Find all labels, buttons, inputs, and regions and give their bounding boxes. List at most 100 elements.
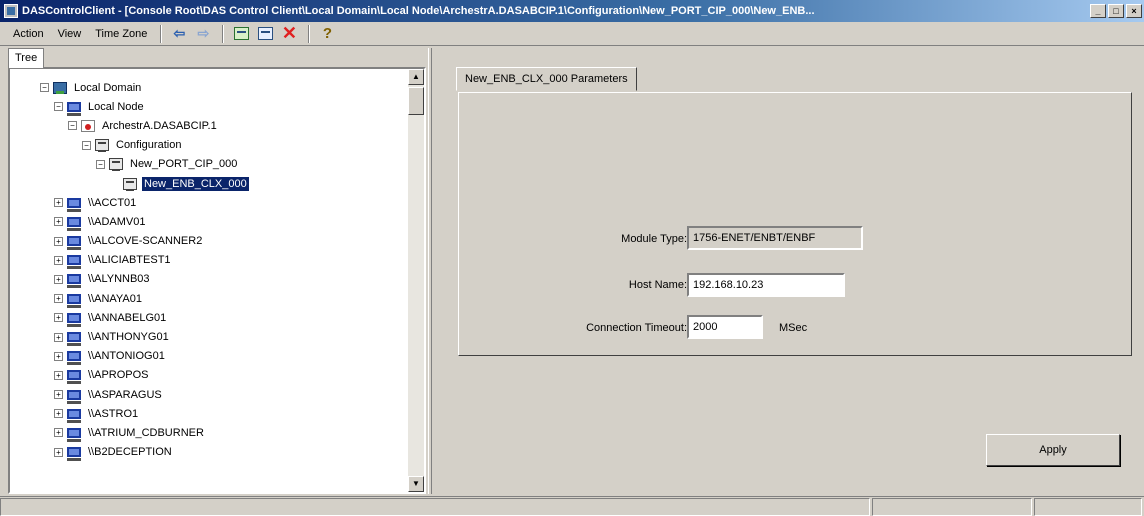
tree-view[interactable]: − Local Domain − Local Node − ArchestrA.DASAB… <box>8 67 426 494</box>
computer-icon <box>67 370 81 385</box>
expand-icon[interactable]: + <box>54 198 63 208</box>
collapse-icon[interactable]: − <box>68 121 77 131</box>
expand-icon[interactable]: + <box>54 390 63 400</box>
expand-icon[interactable]: + <box>54 217 63 227</box>
tree-scrollbar[interactable]: ▲ ▼ <box>408 69 424 492</box>
forward-arrow-icon[interactable]: ⇨ <box>192 24 214 44</box>
menu-action[interactable]: Action <box>6 26 51 42</box>
computer-icon <box>67 447 81 462</box>
collapse-icon[interactable]: − <box>54 102 63 112</box>
tab-parameters[interactable]: New_ENB_CLX_000 Parameters <box>456 67 637 91</box>
config-icon <box>109 158 123 172</box>
title-bar[interactable]: DASControlClient - [Console Root\DAS Con… <box>0 0 1144 22</box>
computer-icon <box>67 255 81 270</box>
config-icon <box>123 177 137 191</box>
collapse-icon[interactable]: − <box>82 140 91 150</box>
minimize-button[interactable]: _ <box>1090 4 1106 18</box>
tree-node-label[interactable]: \\ATRIUM_CDBURNER <box>86 426 206 440</box>
toolbar-separator <box>308 24 311 43</box>
tree-node[interactable]: + \\ACCT01 <box>40 193 408 212</box>
tree-node-label[interactable]: \\ALICIABTEST1 <box>86 253 173 267</box>
computer-icon <box>67 312 81 327</box>
delete-icon[interactable]: ✕ <box>278 23 300 44</box>
expand-icon[interactable]: + <box>54 351 63 361</box>
expand-icon[interactable]: + <box>54 313 63 323</box>
tree-node[interactable]: + \\APROPOS <box>40 366 408 385</box>
tree-node[interactable]: − Local Node <box>40 97 408 116</box>
scroll-thumb[interactable] <box>408 87 424 115</box>
tree-node-label[interactable]: \\ASTRO1 <box>86 407 140 421</box>
expand-icon[interactable]: + <box>54 370 63 380</box>
help-icon[interactable]: ? <box>316 24 338 44</box>
tree-node[interactable]: + \\ALYNNB03 <box>40 270 408 289</box>
tree-node[interactable]: + \\B2DECEPTION <box>40 443 408 462</box>
tree-node-label[interactable]: \\ASPARAGUS <box>86 388 164 402</box>
tree-node-label[interactable]: New_PORT_CIP_000 <box>128 157 239 171</box>
tree-node-label[interactable]: \\B2DECEPTION <box>86 445 174 459</box>
tree-node-label[interactable]: \\ALYNNB03 <box>86 272 152 286</box>
tree-node-label[interactable]: \\APROPOS <box>86 368 151 382</box>
app-icon <box>4 4 18 18</box>
toolbar-separator <box>222 24 225 43</box>
archestra-icon <box>81 119 95 132</box>
parameters-panel: Module Type: 1756-ENET/ENBT/ENBF Host Na… <box>458 92 1132 356</box>
tree-node-label[interactable]: Local Node <box>86 100 146 114</box>
maximize-button[interactable]: □ <box>1108 4 1124 18</box>
tab-tree[interactable]: Tree <box>8 48 45 68</box>
tree-node[interactable]: − ArchestrA.DASABCIP.1 <box>40 116 408 135</box>
collapse-icon[interactable]: − <box>40 83 49 93</box>
tree-node[interactable]: + \\ANNABELG01 <box>40 308 408 327</box>
expand-icon[interactable]: + <box>54 447 63 457</box>
pane-splitter[interactable] <box>428 48 432 494</box>
show-hide-tree-icon[interactable] <box>254 24 276 44</box>
computer-icon <box>67 389 81 404</box>
expand-icon[interactable]: + <box>54 428 63 438</box>
menu-time-zone[interactable]: Time Zone <box>88 26 154 42</box>
expand-icon[interactable]: + <box>54 255 63 265</box>
tree-node[interactable]: − New_PORT_CIP_000 <box>40 155 408 174</box>
tree-node[interactable]: − Local Domain <box>40 78 408 97</box>
host-name-label: Host Name: <box>628 279 687 291</box>
collapse-icon[interactable]: − <box>96 159 105 169</box>
expand-icon[interactable]: + <box>54 332 63 342</box>
tree-node-label[interactable]: Local Domain <box>72 81 143 95</box>
scroll-up-button[interactable]: ▲ <box>408 69 424 85</box>
expand-icon[interactable]: + <box>54 274 63 284</box>
module-type-value: 1756-ENET/ENBT/ENBF <box>687 226 863 250</box>
tree-node-label[interactable]: \\ANAYA01 <box>86 292 144 306</box>
tree-node[interactable]: + \\ANAYA01 <box>40 289 408 308</box>
tree-node[interactable]: + \\ALICIABTEST1 <box>40 251 408 270</box>
tree-node-label[interactable]: \\ADAMV01 <box>86 215 147 229</box>
tree-node-label[interactable]: \\ANNABELG01 <box>86 311 168 325</box>
tree-node[interactable]: New_ENB_CLX_000 <box>40 174 408 193</box>
window-controls: _ □ × <box>1090 4 1144 18</box>
tree-node-label[interactable]: \\ALCOVE-SCANNER2 <box>86 234 204 248</box>
tree-node-label[interactable]: \\ANTHONYG01 <box>86 330 171 344</box>
menu-view[interactable]: View <box>51 26 89 42</box>
tree-node-label[interactable]: \\ANTONIOG01 <box>86 349 167 363</box>
back-arrow-icon[interactable]: ⇦ <box>168 24 190 44</box>
tree-node[interactable]: + \\ASTRO1 <box>40 404 408 423</box>
expand-icon[interactable]: + <box>54 236 63 246</box>
scroll-down-button[interactable]: ▼ <box>408 476 424 492</box>
tree-node-label[interactable]: ArchestrA.DASABCIP.1 <box>100 119 219 133</box>
expand-icon[interactable]: + <box>54 409 63 419</box>
tree-node-label[interactable]: New_ENB_CLX_000 <box>141 175 250 192</box>
connection-timeout-input[interactable]: 2000 <box>687 315 763 339</box>
tree-node[interactable]: + \\ATRIUM_CDBURNER <box>40 423 408 442</box>
tree-node[interactable]: + \\ANTHONYG01 <box>40 327 408 347</box>
host-name-input[interactable]: 192.168.10.23 <box>687 273 845 297</box>
close-button[interactable]: × <box>1126 4 1142 18</box>
expand-icon[interactable]: + <box>54 294 63 304</box>
tree-node-label[interactable]: \\ACCT01 <box>86 196 138 210</box>
apply-button[interactable]: Apply <box>986 434 1120 466</box>
up-folder-icon[interactable] <box>230 24 252 44</box>
tree-node-label[interactable]: Configuration <box>114 138 183 152</box>
computer-icon <box>67 427 81 442</box>
tree-node[interactable]: − Configuration <box>40 136 408 155</box>
tree-node[interactable]: + \\ADAMV01 <box>40 212 408 231</box>
tree-node[interactable]: + \\ALCOVE-SCANNER2 <box>40 232 408 251</box>
computer-icon <box>67 351 81 366</box>
tree-node[interactable]: + \\ASPARAGUS <box>40 385 408 404</box>
tree-node[interactable]: + \\ANTONIOG01 <box>40 347 408 366</box>
